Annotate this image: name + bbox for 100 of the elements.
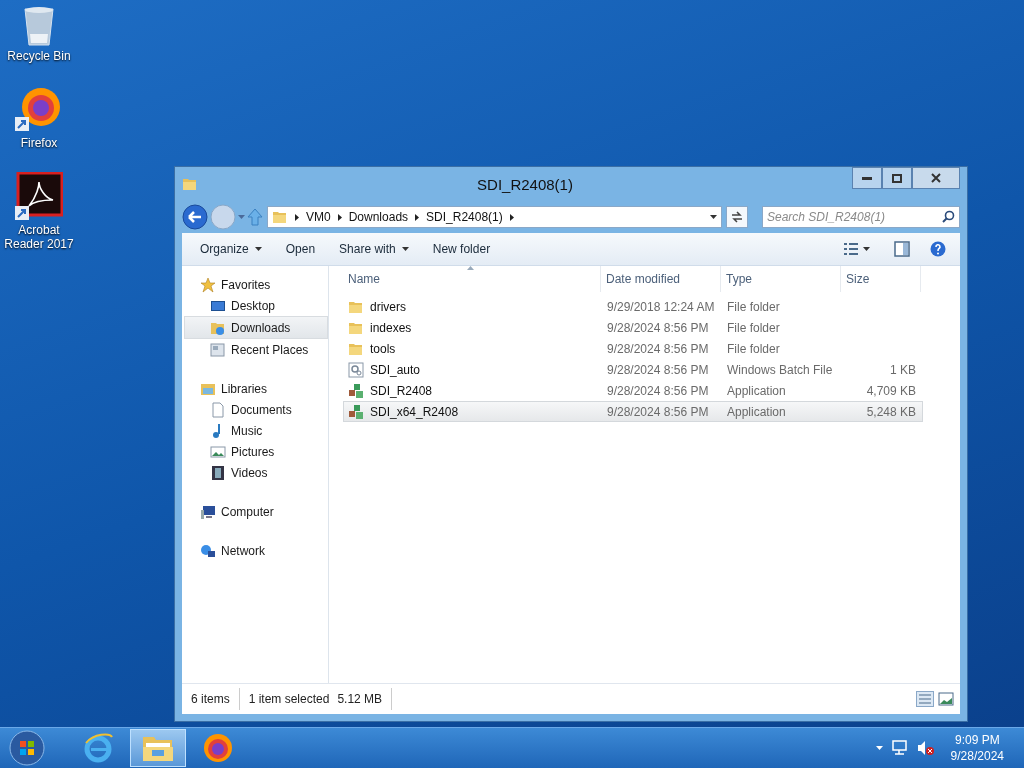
toolbar-button[interactable]: Open: [275, 239, 326, 259]
desktop-icon-label[interactable]: Recycle Bin: [7, 49, 71, 63]
breadcrumb-item[interactable]: Downloads: [348, 210, 409, 224]
file-row[interactable]: tools 9/28/2024 8:56 PM File folder: [343, 338, 923, 359]
nav-item[interactable]: Libraries: [182, 378, 328, 399]
address-folder-icon: [272, 209, 288, 225]
sort-arrow-icon: [467, 266, 474, 270]
file-name: tools: [370, 341, 396, 356]
view-options-icon[interactable]: [843, 242, 859, 256]
desktop-icon-label[interactable]: Firefox: [20, 136, 58, 150]
desktop-icon-label[interactable]: Acrobat Reader 2017: [2, 223, 76, 251]
close-button[interactable]: [912, 167, 960, 189]
file-explorer-icon[interactable]: [142, 734, 174, 762]
dropdown-caret-icon: [254, 247, 262, 251]
application-icon: [348, 403, 364, 420]
firefox-icon[interactable]: [202, 732, 234, 764]
muted-speaker-icon[interactable]: [916, 740, 935, 756]
nav-item[interactable]: Pictures: [182, 441, 328, 462]
recycle-bin-icon: [22, 6, 56, 46]
file-name: SDI_auto: [370, 362, 421, 377]
column-header[interactable]: Type: [721, 266, 841, 292]
file-name: SDI_R2408: [370, 383, 433, 398]
breadcrumb-arrow-icon: [337, 213, 342, 221]
file-name: SDI_x64_R2408: [370, 404, 459, 419]
date-cell-text: 9/28/2024 8:56 PM: [606, 320, 710, 335]
star-icon: [200, 276, 216, 293]
date-cell-text: 9/28/2024 8:56 PM: [606, 404, 710, 419]
window-title: SDI_R2408(1): [476, 175, 574, 193]
document-icon: [210, 401, 226, 418]
nav-item[interactable]: Network: [182, 540, 328, 561]
file-row[interactable]: indexes 9/28/2024 8:56 PM File folder: [343, 317, 923, 338]
toolbar-button[interactable]: Share with: [329, 239, 419, 259]
nav-item[interactable]: Desktop: [182, 295, 328, 316]
start-button[interactable]: [8, 729, 46, 767]
selection-size: 5.12 MB: [337, 692, 383, 706]
refresh-icon[interactable]: [726, 206, 748, 228]
nav-item[interactable]: Computer: [182, 501, 328, 522]
type-cell-text: File folder: [726, 299, 781, 314]
size-cell-text: 5,248 KB: [865, 404, 917, 419]
minimize-button[interactable]: [852, 167, 882, 189]
nav-item[interactable]: Recent Places: [182, 339, 328, 360]
history-caret-icon: [238, 215, 245, 219]
nav-item[interactable]: Music: [182, 420, 328, 441]
taskbar-button[interactable]: [130, 729, 186, 767]
date-cell-text: 9/28/2024 8:56 PM: [606, 383, 710, 398]
file-row[interactable]: SDI_R2408 9/28/2024 8:56 PM Application 4,709 KB: [343, 380, 923, 401]
type-cell-text: File folder: [726, 341, 781, 356]
nav-item[interactable]: Documents: [182, 399, 328, 420]
type-cell-text: File folder: [726, 320, 781, 335]
help-icon[interactable]: [930, 241, 946, 257]
back-button[interactable]: [182, 204, 208, 230]
firefox-shortcut-icon: [15, 85, 63, 133]
breadcrumb-arrow-icon: [509, 213, 514, 221]
network-icon: [200, 542, 216, 559]
minimize-icon: [862, 176, 872, 180]
search-icon: [942, 210, 955, 223]
file-row[interactable]: SDI_auto 9/28/2024 8:56 PM Windows Batch File 1 KB: [343, 359, 923, 380]
breadcrumb-arrow-icon: [295, 213, 299, 221]
network-status-icon[interactable]: [890, 740, 909, 756]
selection-info: 1 item selected: [248, 692, 330, 706]
maximize-icon: [892, 173, 902, 183]
pictures-icon: [210, 443, 226, 460]
window-folder-icon: [182, 176, 198, 192]
breadcrumb-item[interactable]: VM0: [306, 210, 331, 224]
file-row[interactable]: drivers 9/29/2018 12:24 AM File folder: [343, 296, 923, 317]
type-cell-text: Application: [726, 404, 787, 419]
toolbar-button[interactable]: Organize: [190, 239, 272, 259]
batch-file-icon: [348, 361, 364, 378]
address-bar[interactable]: VM0 Downloads SDI_R2408(1): [267, 206, 722, 228]
type-cell-text: Windows Batch File: [726, 362, 834, 377]
column-header[interactable]: Name: [343, 266, 601, 292]
size-cell-text: 4,709 KB: [865, 383, 917, 398]
nav-item[interactable]: Favorites: [182, 274, 328, 295]
toolbar-button[interactable]: New folder: [422, 239, 501, 259]
internet-explorer-icon[interactable]: [83, 733, 113, 763]
date-cell-text: 9/28/2024 8:56 PM: [606, 362, 710, 377]
size-cell-text: 1 KB: [889, 362, 917, 377]
maximize-button[interactable]: [882, 167, 912, 189]
recent-places-icon: [210, 341, 226, 358]
nav-item[interactable]: Videos: [182, 462, 328, 483]
clock[interactable]: 9:09 PM 9/28/2024: [950, 732, 1004, 764]
acrobat-shortcut-icon: [15, 172, 63, 220]
breadcrumb-item[interactable]: SDI_R2408(1): [426, 210, 503, 224]
film-icon: [210, 464, 226, 481]
computer-icon: [200, 503, 216, 520]
tray-caret-icon: [875, 746, 883, 750]
item-count: 6 items: [191, 692, 230, 706]
large-icons-view-icon[interactable]: [938, 691, 954, 707]
file-name: indexes: [370, 320, 412, 335]
file-name: drivers: [370, 299, 406, 314]
preview-pane-icon[interactable]: [894, 241, 910, 257]
search-field[interactable]: Search SDI_R2408(1): [762, 206, 960, 228]
nav-item[interactable]: Downloads: [184, 316, 328, 339]
column-header[interactable]: Size: [841, 266, 921, 292]
application-icon: [348, 382, 364, 399]
date-cell-text: 9/29/2018 12:24 AM: [606, 299, 716, 314]
close-icon: [931, 173, 941, 183]
file-row[interactable]: SDI_x64_R2408 9/28/2024 8:56 PM Application 5,248 KB: [343, 401, 923, 422]
dropdown-caret-icon: [863, 247, 870, 251]
column-header[interactable]: Date modified: [601, 266, 721, 292]
